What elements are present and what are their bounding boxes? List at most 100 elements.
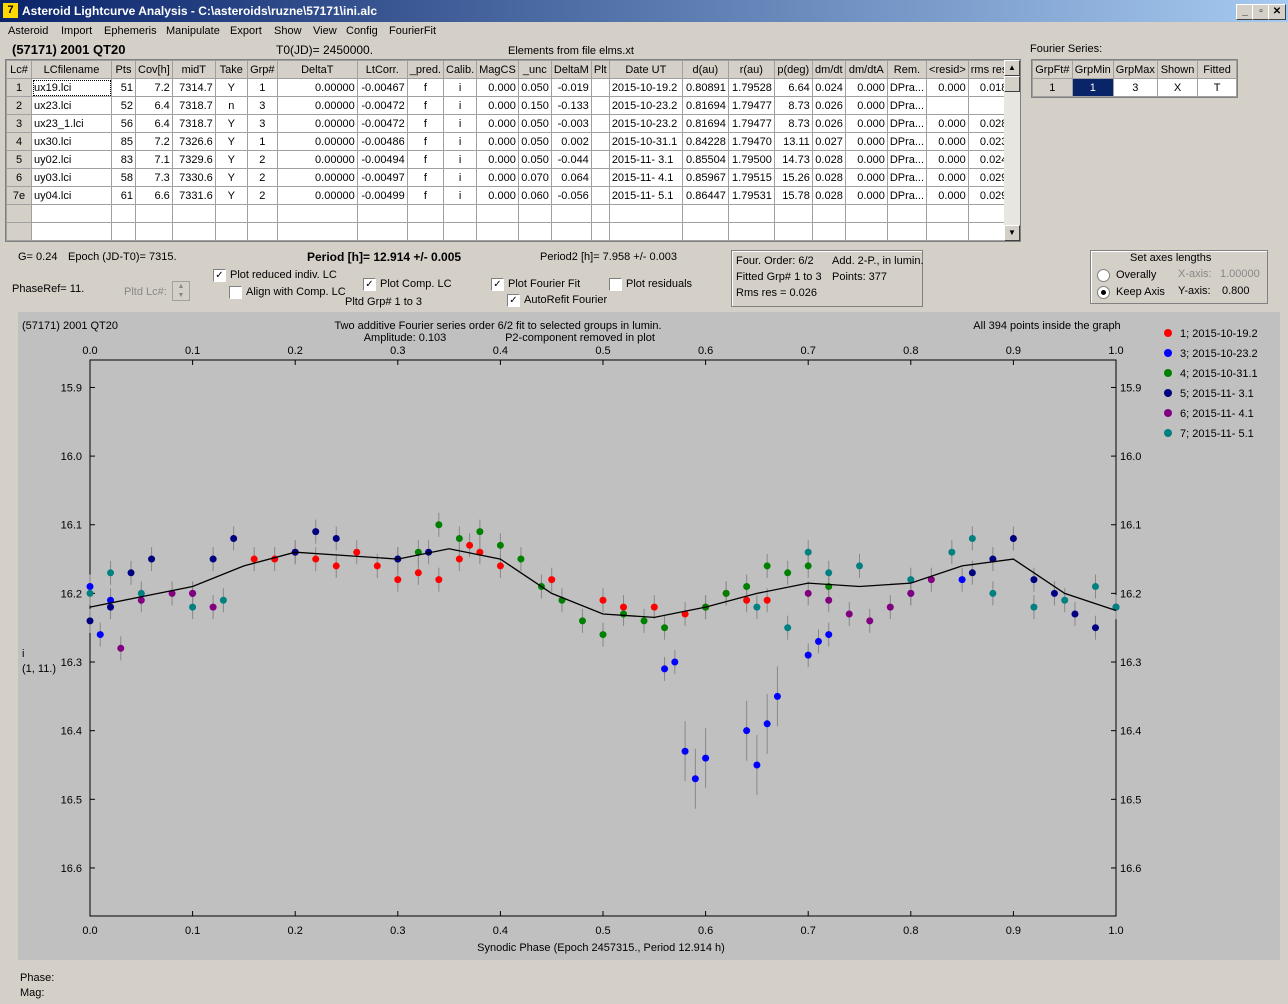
data-point bbox=[661, 624, 669, 632]
legend-label: 6; 2015-11- 4.1 bbox=[1180, 408, 1254, 420]
data-point bbox=[907, 589, 915, 597]
plot-inside-count: All 394 points inside the graph bbox=[973, 320, 1120, 332]
legend-marker bbox=[1164, 349, 1172, 357]
x-tick-label: 0.9 bbox=[1006, 925, 1021, 937]
plot-description-1: Two additive Fourier series order 6/2 fi… bbox=[334, 320, 661, 332]
data-point bbox=[373, 562, 381, 570]
data-point bbox=[948, 548, 956, 556]
data-point bbox=[209, 555, 217, 563]
y-tick-label-right: 16.4 bbox=[1120, 726, 1141, 738]
data-point bbox=[250, 555, 258, 563]
data-point bbox=[466, 541, 474, 549]
data-point bbox=[753, 761, 761, 769]
data-point bbox=[753, 603, 761, 611]
x-tick-label-top: 0.3 bbox=[390, 345, 405, 357]
y-tick-label-right: 16.5 bbox=[1120, 794, 1141, 806]
y-tick-label-right: 16.2 bbox=[1120, 588, 1141, 600]
data-point bbox=[127, 569, 135, 577]
data-point bbox=[189, 603, 197, 611]
y-tick-label-right: 16.3 bbox=[1120, 657, 1141, 669]
y-tick-label: 16.6 bbox=[61, 863, 82, 875]
data-point bbox=[620, 603, 628, 611]
data-point bbox=[620, 610, 628, 618]
axis-ticks: 0.0 0.0 0.1 0.1 0.2 0.2 0.3 0.3 0.4 0.4 0.5 0.5 0.6 0… bbox=[61, 345, 1142, 937]
plot-amplitude: Amplitude: 0.103 bbox=[364, 332, 447, 344]
error-bars bbox=[89, 512, 1117, 809]
y-tick-label-right: 16.1 bbox=[1120, 520, 1141, 532]
y-tick-label: 16.3 bbox=[61, 657, 82, 669]
data-point bbox=[650, 603, 658, 611]
x-tick-label: 0.6 bbox=[698, 925, 713, 937]
x-tick-label-top: 0.0 bbox=[82, 345, 97, 357]
y-tick-label: 15.9 bbox=[61, 382, 82, 394]
data-point bbox=[394, 576, 402, 584]
data-point bbox=[743, 727, 751, 735]
legend-label: 4; 2015-10-31.1 bbox=[1180, 368, 1258, 380]
data-point bbox=[312, 555, 320, 563]
data-point bbox=[743, 583, 751, 591]
data-point bbox=[814, 637, 822, 645]
legend-marker bbox=[1164, 409, 1172, 417]
data-point bbox=[1030, 576, 1038, 584]
status-phase: Phase: bbox=[20, 972, 55, 984]
data-point bbox=[414, 569, 422, 577]
lightcurve-chart[interactable]: (57171) 2001 QT20 Two additive Fourier s… bbox=[0, 0, 1288, 1004]
data-point bbox=[958, 576, 966, 584]
data-point bbox=[989, 589, 997, 597]
data-point bbox=[968, 569, 976, 577]
legend-label: 1; 2015-10-19.2 bbox=[1180, 328, 1258, 340]
x-tick-label-top: 1.0 bbox=[1108, 345, 1123, 357]
data-point bbox=[148, 555, 156, 563]
x-tick-label: 0.0 bbox=[82, 925, 97, 937]
legend-marker bbox=[1164, 369, 1172, 377]
data-point bbox=[455, 555, 463, 563]
data-point bbox=[86, 617, 94, 625]
data-point bbox=[86, 589, 94, 597]
data-point bbox=[96, 631, 104, 639]
data-point bbox=[332, 534, 340, 542]
data-point bbox=[1050, 589, 1058, 597]
x-tick-label: 0.7 bbox=[801, 925, 816, 937]
data-point bbox=[455, 534, 463, 542]
legend-marker bbox=[1164, 389, 1172, 397]
plot-legend: 1; 2015-10-19.2 3; 2015-10-23.2 4; 2015-10… bbox=[1164, 328, 1258, 440]
data-point bbox=[435, 576, 443, 584]
data-point bbox=[107, 603, 115, 611]
data-point bbox=[599, 631, 607, 639]
data-point bbox=[332, 562, 340, 570]
y-tick-label: 16.4 bbox=[61, 726, 82, 738]
x-axis-title: Synodic Phase (Epoch 2457315., Period 12… bbox=[477, 942, 725, 954]
data-point bbox=[681, 747, 689, 755]
legend-label: 5; 2015-11- 3.1 bbox=[1180, 388, 1254, 400]
data-point bbox=[804, 548, 812, 556]
data-point bbox=[804, 562, 812, 570]
x-tick-label-top: 0.7 bbox=[801, 345, 816, 357]
data-points bbox=[86, 521, 1120, 783]
data-point bbox=[230, 534, 238, 542]
data-point bbox=[496, 541, 504, 549]
y-tick-label: 16.2 bbox=[61, 588, 82, 600]
data-point bbox=[117, 644, 125, 652]
data-point bbox=[312, 528, 320, 536]
y-axis-label-ref: (1, 11.) bbox=[22, 663, 56, 675]
data-point bbox=[784, 569, 792, 577]
x-tick-label-top: 0.1 bbox=[185, 345, 200, 357]
legend-label: 7; 2015-11- 5.1 bbox=[1180, 428, 1254, 440]
data-point bbox=[825, 569, 833, 577]
data-point bbox=[886, 603, 894, 611]
data-point bbox=[209, 603, 217, 611]
data-point bbox=[722, 589, 730, 597]
y-tick-label-right: 15.9 bbox=[1120, 382, 1141, 394]
x-tick-label: 0.8 bbox=[903, 925, 918, 937]
x-tick-label: 0.3 bbox=[390, 925, 405, 937]
x-tick-label-top: 0.8 bbox=[903, 345, 918, 357]
data-point bbox=[825, 631, 833, 639]
data-point bbox=[691, 775, 699, 783]
data-point bbox=[671, 658, 679, 666]
plot-asteroid-label: (57171) 2001 QT20 bbox=[22, 320, 118, 332]
y-axis-label-i: i bbox=[22, 648, 24, 660]
x-tick-label: 0.2 bbox=[288, 925, 303, 937]
x-tick-label: 0.1 bbox=[185, 925, 200, 937]
data-point bbox=[743, 596, 751, 604]
data-point bbox=[866, 617, 874, 625]
